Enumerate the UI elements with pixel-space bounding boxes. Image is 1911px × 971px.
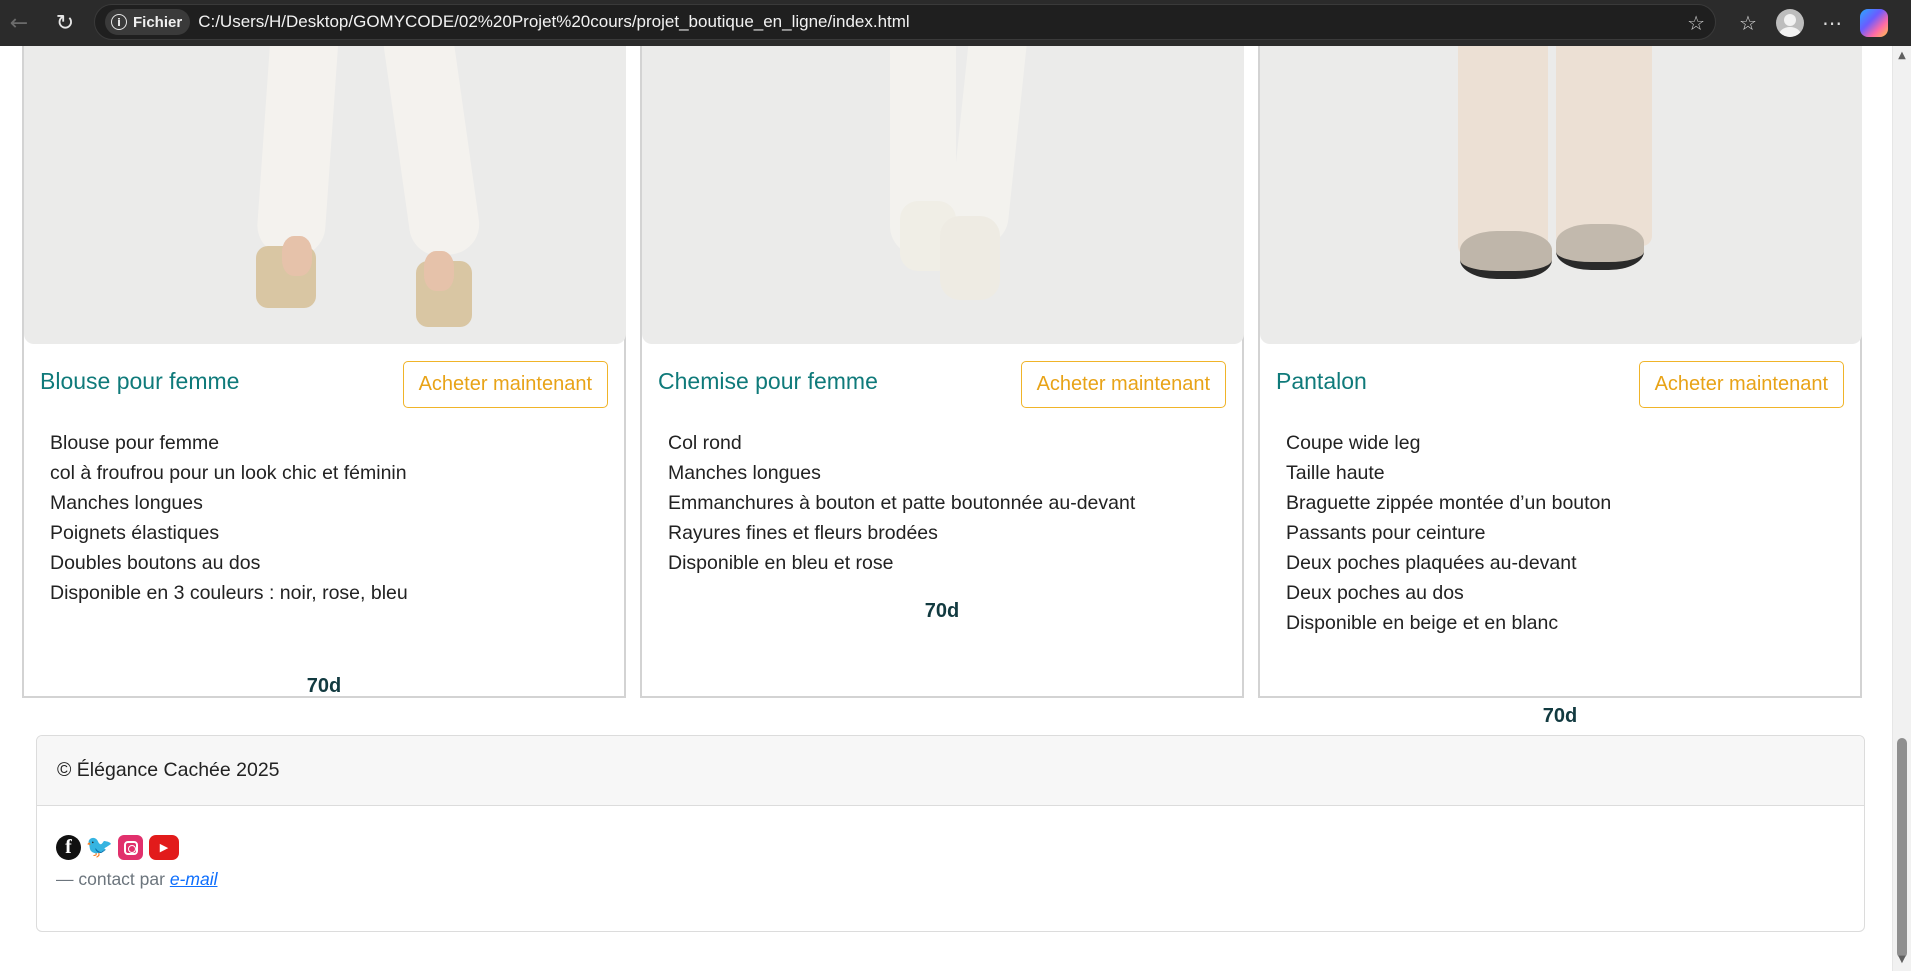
contact-prefix: — contact par xyxy=(56,869,165,889)
product-price: 70d xyxy=(924,600,960,622)
scroll-up-icon[interactable]: ▲ xyxy=(1896,50,1908,61)
url-text[interactable]: C:/Users/H/Desktop/GOMYCODE/02%20Projet%… xyxy=(198,12,910,32)
list-item: Coupe wide leg xyxy=(1286,432,1421,454)
reload-icon[interactable]: ↻ xyxy=(47,5,83,41)
product-image xyxy=(24,46,626,344)
back-icon[interactable]: ← xyxy=(1,5,37,41)
profile-button[interactable] xyxy=(1770,3,1810,43)
scrollbar[interactable]: ▲ ▼ xyxy=(1892,46,1911,971)
copilot-icon[interactable] xyxy=(1854,3,1894,43)
product-title: Pantalon xyxy=(1276,368,1367,394)
product-title: Blouse pour femme xyxy=(40,368,240,394)
youtube-icon[interactable]: ▶ xyxy=(149,835,179,860)
list-item: Disponible en bleu et rose xyxy=(668,552,894,574)
product-image xyxy=(1260,46,1862,344)
list-item: Taille haute xyxy=(1286,462,1385,484)
footer-copyright: © Élégance Cachée 2025 xyxy=(37,736,1864,806)
feature-list: Col rond Manches longues Emmanchures à b… xyxy=(668,428,1135,578)
product-image xyxy=(642,46,1244,344)
list-item: Passants pour ceinture xyxy=(1286,522,1486,544)
list-item: Rayures fines et fleurs brodées xyxy=(668,522,938,544)
address-bar[interactable]: i Fichier C:/Users/H/Desktop/GOMYCODE/02… xyxy=(94,4,1716,40)
product-cards: Blouse pour femme Acheter maintenant Blo… xyxy=(22,46,1864,727)
list-item: Doubles boutons au dos xyxy=(50,552,261,574)
list-item: Emmanchures à bouton et patte boutonnée … xyxy=(668,492,1136,514)
facebook-icon[interactable]: f xyxy=(56,835,81,860)
favorite-star-icon[interactable]: ☆ xyxy=(1687,11,1705,35)
twitter-icon[interactable]: 🐦 xyxy=(86,835,113,860)
list-item: Manches longues xyxy=(50,492,203,514)
scroll-thumb[interactable] xyxy=(1897,738,1907,958)
list-item: Blouse pour femme xyxy=(50,432,220,454)
list-item: Manches longues xyxy=(668,462,821,484)
list-item: Disponible en beige et en blanc xyxy=(1286,612,1559,634)
list-item: Braguette zippée montée d’un bouton xyxy=(1286,492,1612,514)
product-card: Pantalon Acheter maintenant Coupe wide l… xyxy=(1258,46,1862,727)
product-price: 70d xyxy=(306,675,342,697)
info-icon: i xyxy=(111,14,127,30)
list-item: Disponible en 3 couleurs : noir, rose, b… xyxy=(50,582,408,604)
list-item: Poignets élastiques xyxy=(50,522,220,544)
buy-now-button[interactable]: Acheter maintenant xyxy=(402,361,608,408)
email-link[interactable]: e-mail xyxy=(170,869,218,889)
more-options-icon[interactable]: ⋯ xyxy=(1812,3,1852,43)
list-item: Col rond xyxy=(668,432,742,454)
scroll-down-icon[interactable]: ▼ xyxy=(1896,954,1908,965)
product-card: Blouse pour femme Acheter maintenant Blo… xyxy=(22,46,626,698)
contact-text: — contact par e-mail xyxy=(56,869,217,890)
buy-now-button[interactable]: Acheter maintenant xyxy=(1020,361,1226,408)
list-item: Deux poches au dos xyxy=(1286,582,1464,604)
product-title: Chemise pour femme xyxy=(658,368,878,394)
feature-list: Coupe wide leg Taille haute Braguette zi… xyxy=(1286,428,1611,638)
instagram-icon[interactable] xyxy=(118,835,143,860)
buy-now-button[interactable]: Acheter maintenant xyxy=(1638,361,1844,408)
site-info-label: Fichier xyxy=(133,13,183,31)
site-info-button[interactable]: i Fichier xyxy=(105,9,191,35)
social-links: f 🐦 ▶ xyxy=(56,835,179,860)
list-item: Deux poches plaquées au-devant xyxy=(1286,552,1577,574)
page-content: Blouse pour femme Acheter maintenant Blo… xyxy=(0,46,1892,971)
browser-toolbar: ← ↻ i Fichier C:/Users/H/Desktop/GOMYCOD… xyxy=(0,0,1911,46)
footer: © Élégance Cachée 2025 f 🐦 ▶ — contact p… xyxy=(36,735,1865,932)
feature-list: Blouse pour femme col à froufrou pour un… xyxy=(50,428,408,608)
avatar xyxy=(1776,9,1804,37)
product-price: 70d xyxy=(1542,705,1578,727)
product-card: Chemise pour femme Acheter maintenant Co… xyxy=(640,46,1244,698)
list-item: col à froufrou pour un look chic et fémi… xyxy=(50,462,407,484)
favorites-icon[interactable]: ☆ xyxy=(1728,3,1768,43)
